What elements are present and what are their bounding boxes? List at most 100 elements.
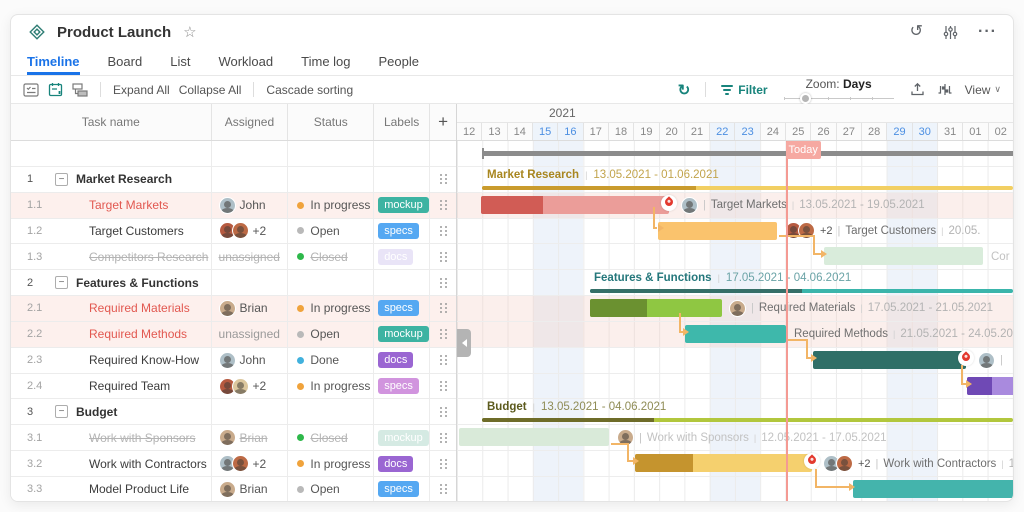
summary-bar[interactable]	[482, 418, 1013, 422]
tab-timelog[interactable]: Time log	[301, 49, 350, 75]
table-row[interactable]: 2.2 Required Methods unassigned Open moc…	[11, 322, 456, 348]
task-bar-model-product-life[interactable]	[853, 480, 1013, 498]
history-icon[interactable]: ↺	[910, 24, 923, 40]
export-icon[interactable]	[910, 82, 925, 97]
zoom-slider[interactable]	[784, 94, 894, 102]
task-bar-target-customers[interactable]	[658, 222, 777, 240]
today-badge[interactable]: Today	[786, 141, 821, 159]
row-menu-button[interactable]	[429, 425, 456, 450]
table-row[interactable]: 1.1 Target Markets John In progress mock…	[11, 193, 456, 219]
tab-workload[interactable]: Workload	[218, 49, 273, 75]
day-cell: 26	[810, 123, 835, 140]
summary-bar[interactable]	[590, 289, 1013, 293]
collapse-toggle[interactable]: −	[55, 405, 68, 418]
table-row-section[interactable]: 2 − Features & Functions	[11, 270, 456, 296]
task-bar-competitors-research[interactable]	[824, 247, 983, 265]
task-bar-work-with-sponsors[interactable]	[459, 428, 609, 446]
baseline-icon[interactable]	[937, 83, 953, 96]
summary-bar[interactable]	[482, 186, 1013, 190]
deadline-fire-icon	[804, 453, 820, 469]
calendar-alert-icon[interactable]	[48, 82, 63, 97]
summary-name[interactable]: Market Research	[487, 169, 579, 181]
row-menu-button[interactable]	[429, 167, 456, 192]
tab-board[interactable]: Board	[108, 49, 143, 75]
table-row[interactable]: 3.3 Model Product Life Brian Open specs	[11, 477, 456, 502]
sliders-icon[interactable]	[943, 25, 958, 40]
pane-collapse-handle[interactable]	[457, 329, 471, 357]
expand-all-button[interactable]: Expand All	[113, 83, 170, 97]
label-badge[interactable]: mockup	[378, 326, 429, 342]
label-badge[interactable]: specs	[378, 481, 419, 497]
collapse-all-button[interactable]: Collapse All	[179, 83, 242, 97]
collapse-toggle[interactable]: −	[55, 276, 68, 289]
zoom-slider-knob[interactable]	[800, 93, 811, 104]
label-badge[interactable]: docs	[378, 352, 413, 368]
day-cell: 02	[988, 123, 1013, 140]
table-row[interactable]: 2.3 Required Know-How John Done docs	[11, 348, 456, 374]
table-row[interactable]: 1.3 Competitors Research unassigned Clos…	[11, 244, 456, 270]
table-row[interactable]: 3.2 Work with Contractors +2 In progress…	[11, 451, 456, 477]
row-menu-button[interactable]	[429, 296, 456, 321]
row-menu-button[interactable]	[429, 477, 456, 502]
gantt-body: Market Research | 13.05.2021 - 01.06.202…	[457, 141, 1013, 501]
label-badge[interactable]: docs	[378, 249, 413, 265]
avatar	[681, 197, 698, 214]
task-bar-required-methods[interactable]	[685, 325, 786, 343]
status-dot	[297, 486, 304, 493]
label-badge[interactable]: mockup	[378, 430, 429, 446]
toolbar-divider	[705, 82, 706, 97]
favorite-star-icon[interactable]: ☆	[183, 23, 196, 41]
dependency-arrow	[658, 224, 668, 232]
cascade-sorting-button[interactable]: Cascade sorting	[266, 83, 353, 97]
label-badge[interactable]: docs	[378, 456, 413, 472]
row-menu-button[interactable]	[429, 244, 456, 269]
column-header-assigned[interactable]: Assigned	[211, 104, 288, 140]
task-bar-required-materials[interactable]	[590, 299, 722, 317]
gantt-row-project	[457, 141, 1013, 167]
day-cell: 24	[760, 123, 785, 140]
row-menu-button[interactable]	[429, 399, 456, 424]
more-menu-icon[interactable]: ···	[978, 24, 997, 40]
table-row[interactable]: 3.1 Work with Sponsors Brian Closed mock…	[11, 425, 456, 451]
task-list-icon[interactable]	[23, 83, 39, 97]
table-row[interactable]: 2.1 Required Materials Brian In progress…	[11, 296, 456, 322]
view-button[interactable]: View ∨	[965, 83, 1001, 97]
row-menu-button[interactable]	[429, 270, 456, 295]
tab-people[interactable]: People	[379, 49, 419, 75]
row-menu-button[interactable]	[429, 219, 456, 244]
filter-button[interactable]: Filter	[721, 83, 767, 97]
cascade-view-icon[interactable]	[72, 83, 88, 97]
column-header-labels[interactable]: Labels	[373, 104, 429, 140]
refresh-icon[interactable]: ↻	[678, 81, 691, 99]
gantt-row	[457, 374, 1013, 400]
row-menu-button[interactable]	[429, 374, 456, 399]
zoom-label: Zoom:	[806, 77, 840, 91]
label-badge[interactable]: mockup	[378, 197, 429, 213]
summary-name[interactable]: Budget	[487, 401, 527, 413]
table-row-section[interactable]: 3 − Budget	[11, 399, 456, 425]
table-row-section[interactable]: 1 − Market Research	[11, 167, 456, 193]
add-column-button[interactable]: +	[429, 104, 456, 140]
label-badge[interactable]: specs	[378, 300, 419, 316]
tab-list[interactable]: List	[170, 49, 190, 75]
day-cell: 16	[557, 123, 582, 140]
tab-timeline[interactable]: Timeline	[27, 49, 80, 75]
column-header-task-name[interactable]: Task name	[11, 104, 211, 140]
column-header-status[interactable]: Status	[287, 104, 373, 140]
collapse-toggle[interactable]: −	[55, 173, 68, 186]
row-menu-button[interactable]	[429, 451, 456, 476]
summary-name[interactable]: Features & Functions	[594, 272, 712, 284]
label-badge[interactable]: specs	[378, 223, 419, 239]
day-cell: 25	[785, 123, 810, 140]
table-row[interactable]: 2.4 Required Team +2 In progress specs	[11, 374, 456, 400]
row-menu-button[interactable]	[429, 322, 456, 347]
avatar	[836, 455, 853, 472]
day-cell: 23	[734, 123, 759, 140]
row-menu-button[interactable]	[429, 193, 456, 218]
label-badge[interactable]: specs	[378, 378, 419, 394]
table-row[interactable]: 1.2 Target Customers +2 Open specs	[11, 219, 456, 245]
task-bar-required-know-how[interactable]	[813, 351, 966, 369]
task-bar-target-markets[interactable]	[481, 196, 669, 214]
today-line	[786, 141, 788, 501]
row-menu-button[interactable]	[429, 348, 456, 373]
